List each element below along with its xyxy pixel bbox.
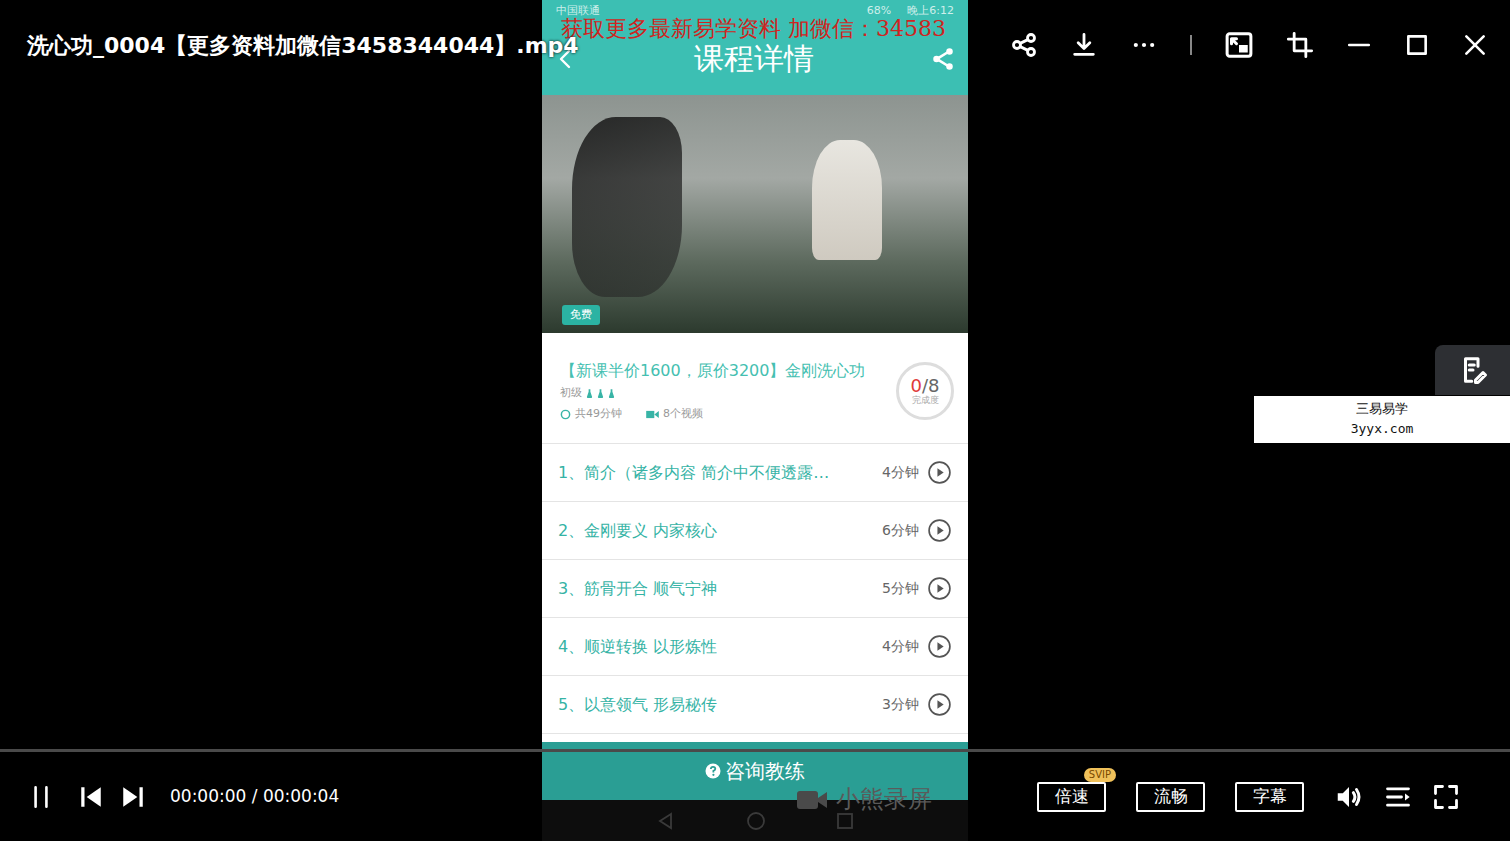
lesson-row-partial xyxy=(542,733,968,742)
recorder-watermark: 小熊录屏 xyxy=(796,786,932,814)
lesson-row[interactable]: 5、以意领气 形易秘传 3分钟 xyxy=(542,675,968,733)
app-header: 中国联通68%晚上6:12课程详情获取更多最新易学资料 加微信：34583 xyxy=(542,0,968,95)
site-name: 三易易学 xyxy=(1356,399,1408,419)
videos-label: 8个视频 xyxy=(663,406,703,423)
lesson-row[interactable]: 2、金刚要义 内家核心 6分钟 xyxy=(542,501,968,559)
recorder-label: 小熊录屏 xyxy=(836,786,932,814)
help-icon xyxy=(705,763,721,779)
course-level: 初级 xyxy=(560,385,888,402)
lesson-row[interactable]: 4、顺逆转换 以形炼性 4分钟 xyxy=(542,617,968,675)
button-label[interactable]: 倍速 xyxy=(1055,786,1089,806)
clock-icon xyxy=(560,409,571,420)
lesson-title[interactable]: 4、顺逆转换 以形炼性 xyxy=(558,635,874,659)
button-label[interactable]: 字幕 xyxy=(1253,786,1287,806)
share-nodes-icon[interactable] xyxy=(1010,31,1038,59)
lesson-duration: 5分钟 xyxy=(882,578,919,599)
lesson-row[interactable]: 3、筋骨开合 顺气宁神 5分钟 xyxy=(542,559,968,617)
lesson-title[interactable]: 5、以意领气 形易秘传 xyxy=(558,693,874,717)
svip-badge: SVIP xyxy=(1084,768,1116,782)
play-circle-icon[interactable] xyxy=(927,634,952,659)
player-controls: 00:00:00 / 00:00:04倍速SVIP流畅字幕 xyxy=(0,749,1510,841)
play-circle-icon[interactable] xyxy=(927,460,952,485)
banner-figure xyxy=(812,140,882,260)
play-circle-icon[interactable] xyxy=(927,692,952,717)
lesson-duration: 3分钟 xyxy=(882,694,919,715)
player-option-button[interactable]: 流畅 xyxy=(1136,782,1205,812)
crop-icon[interactable] xyxy=(1286,31,1314,59)
pause-icon[interactable] xyxy=(28,784,54,810)
camera-icon xyxy=(796,788,828,812)
level-label: 初级 xyxy=(560,385,582,402)
course-title: 【新课半价1600，原价3200】金刚洗心功 xyxy=(560,360,888,382)
more-icon[interactable] xyxy=(1130,31,1158,59)
fullscreen-icon[interactable] xyxy=(1432,783,1460,811)
progress-ring: 0/8完成度 xyxy=(896,362,954,420)
home-circle-icon[interactable] xyxy=(746,811,766,831)
videos-meta: 8个视频 xyxy=(646,406,703,423)
back-triangle-icon[interactable] xyxy=(656,811,676,831)
player-option-button[interactable]: 字幕 xyxy=(1235,782,1304,812)
maximize-icon[interactable] xyxy=(1404,32,1430,58)
controls-left: 00:00:00 / 00:00:04 xyxy=(28,784,339,810)
course-meta: 共49分钟 8个视频 xyxy=(560,406,888,423)
site-badge: 三易易学3yyx.com xyxy=(1254,396,1510,443)
volume-icon[interactable] xyxy=(1334,782,1364,812)
progress-done: 0 xyxy=(911,375,922,396)
duration-label: 共49分钟 xyxy=(575,406,622,423)
watermark-text: 获取更多最新易学资料 加微信：34583 xyxy=(561,16,946,42)
next-icon[interactable] xyxy=(120,784,146,810)
level-flask-icon xyxy=(597,388,604,399)
window-title: 洗心功_0004【更多资料加微信3458344044】.mp4 xyxy=(27,29,579,62)
controls-right: 倍速SVIP 流畅 字幕 xyxy=(1037,782,1460,812)
controls-icons xyxy=(1334,782,1460,812)
free-badge: 免费 xyxy=(562,305,600,326)
play-circle-icon[interactable] xyxy=(927,576,952,601)
close-icon[interactable] xyxy=(1462,32,1488,58)
progress-track[interactable] xyxy=(0,749,1510,752)
course-text: 【新课半价1600，原价3200】金刚洗心功初级共49分钟 8个视频 xyxy=(560,360,888,423)
video-icon xyxy=(646,410,659,419)
banner-art xyxy=(572,117,682,297)
button-label[interactable]: 流畅 xyxy=(1154,786,1188,806)
recents-square-icon[interactable] xyxy=(836,812,854,830)
notes-button[interactable] xyxy=(1435,345,1510,395)
lesson-title[interactable]: 1、简介（诸多内容 简介中不便透露… xyxy=(558,461,874,485)
lesson-title[interactable]: 3、筋骨开合 顺气宁神 xyxy=(558,577,874,601)
note-edit-icon[interactable] xyxy=(1458,355,1488,385)
player-buttons: 倍速SVIP 流畅 字幕 xyxy=(1037,782,1304,812)
progress-label: 完成度 xyxy=(912,396,939,406)
window-controls xyxy=(1010,30,1488,60)
course-info: 【新课半价1600，原价3200】金刚洗心功初级共49分钟 8个视频 0/8完成度 xyxy=(542,333,968,443)
playlist-icon[interactable] xyxy=(1384,783,1412,811)
share-icon[interactable] xyxy=(930,46,956,72)
progress-total: /8 xyxy=(922,375,940,396)
course-banner: 免费 xyxy=(542,95,968,333)
level-flask-icon xyxy=(586,388,593,399)
controls-row: 00:00:00 / 00:00:04倍速SVIP流畅字幕 xyxy=(0,752,1510,841)
player-option-button[interactable]: 倍速SVIP xyxy=(1037,782,1106,812)
lesson-duration: 6分钟 xyxy=(882,520,919,541)
header-title: 课程详情 xyxy=(694,41,814,77)
duration-meta: 共49分钟 xyxy=(560,406,622,423)
lesson-duration: 4分钟 xyxy=(882,636,919,657)
title-bar: 洗心功_0004【更多资料加微信3458344044】.mp4 xyxy=(0,0,1510,90)
previous-icon[interactable] xyxy=(78,784,104,810)
picture-in-picture-icon[interactable] xyxy=(1224,30,1254,60)
play-circle-icon[interactable] xyxy=(927,518,952,543)
phone-screen: 中国联通68%晚上6:12课程详情获取更多最新易学资料 加微信：34583 免费【… xyxy=(542,0,968,841)
lesson-title[interactable]: 2、金刚要义 内家核心 xyxy=(558,519,874,543)
lesson-row[interactable]: 1、简介（诸多内容 简介中不便透露… 4分钟 xyxy=(542,443,968,501)
skip-buttons xyxy=(78,784,146,810)
lesson-duration: 4分钟 xyxy=(882,462,919,483)
progress-count: 0/8 xyxy=(911,376,940,396)
minimize-icon[interactable] xyxy=(1346,32,1372,58)
level-flask-icon xyxy=(608,388,615,399)
consult-label[interactable]: 咨询教练 xyxy=(725,756,805,786)
separator xyxy=(1190,35,1192,55)
download-icon[interactable] xyxy=(1070,31,1098,59)
time-label: 00:00:00 / 00:00:04 xyxy=(170,784,339,810)
site-url: 3yyx.com xyxy=(1351,419,1414,439)
